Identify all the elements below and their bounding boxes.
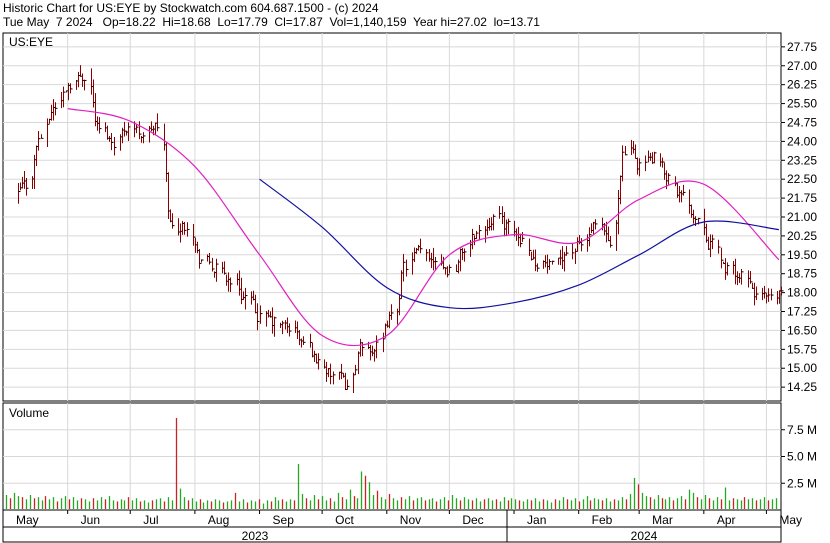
- price-tick-label: 24.75: [787, 115, 817, 129]
- price-tick-label: 17.25: [787, 305, 817, 319]
- price-tick-label: 15.75: [787, 342, 817, 356]
- month-label: Feb: [592, 513, 613, 527]
- price-tick-label: 27.00: [787, 59, 817, 73]
- month-label: Sep: [273, 513, 295, 527]
- price-tick-label: 21.00: [787, 210, 817, 224]
- year-label: 2023: [242, 529, 269, 543]
- volume-tick-label: 5.0 M: [787, 450, 817, 464]
- price-tick-label: 18.00: [787, 286, 817, 300]
- month-label: Apr: [717, 513, 736, 527]
- volume-tick-label: 2.5 M: [787, 476, 817, 490]
- price-tick-label: 24.00: [787, 134, 817, 148]
- year-label: 2024: [631, 529, 658, 543]
- stock-chart: 27.75 27.00 26.25 25.50 24.75 24.00 23.25 22.50…: [2, 32, 817, 543]
- month-label: May: [779, 513, 802, 527]
- price-tick-label: 22.50: [787, 172, 817, 186]
- price-tick-label: 20.25: [787, 229, 817, 243]
- month-label: Dec: [462, 513, 483, 527]
- month-label: Aug: [208, 513, 229, 527]
- ticker-label: US:EYE: [9, 35, 53, 49]
- month-label: Oct: [335, 513, 354, 527]
- year-axis-frame: [2, 526, 782, 543]
- month-label: May: [16, 513, 39, 527]
- price-tick-label: 23.25: [787, 153, 817, 167]
- price-tick-label: 15.00: [787, 361, 817, 375]
- price-tick-label: 27.75: [787, 40, 817, 54]
- volume-label: Volume: [9, 406, 49, 420]
- price-tick-label: 19.50: [787, 248, 817, 262]
- month-label: Mar: [652, 513, 673, 527]
- volume-tick-label: 7.5 M: [787, 423, 817, 437]
- month-label: Nov: [400, 513, 421, 527]
- price-tick-label: 16.50: [787, 323, 817, 337]
- price-tick-label: 21.75: [787, 191, 817, 205]
- price-tick-label: 14.25: [787, 380, 817, 394]
- month-label: Jun: [81, 513, 100, 527]
- month-label: Jan: [527, 513, 546, 527]
- price-tick-label: 18.75: [787, 267, 817, 281]
- price-tick-label: 25.50: [787, 97, 817, 111]
- month-label: Jul: [143, 513, 158, 527]
- price-tick-label: 26.25: [787, 78, 817, 92]
